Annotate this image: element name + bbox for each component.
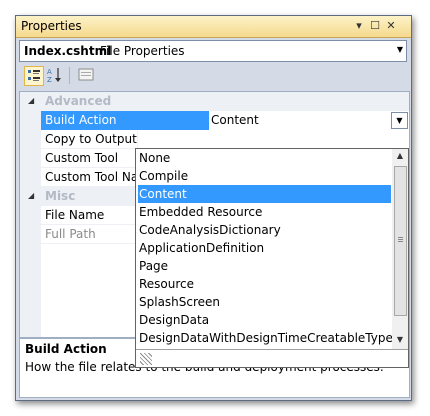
collapse-icon[interactable]: ◢ [28,191,34,200]
property-label: Custom Tool Namespace [45,170,138,184]
category-label: Advanced [45,94,112,108]
dropdown-option[interactable]: DesignDataWithDesignTimeCreatableTypes [138,329,399,347]
scroll-down-icon[interactable]: ▼ [395,335,405,347]
dropdown-option[interactable]: SplashScreen [138,293,391,311]
dropdown-option-selected[interactable]: Content [138,185,391,203]
chevron-down-icon: ▼ [396,116,403,125]
category-label: Misc [45,189,76,203]
categorized-icon [28,70,40,81]
property-value[interactable]: Content [211,113,259,127]
dropdown-button[interactable]: ▼ [391,112,408,129]
object-selector[interactable]: Index.cshtml File Properties ▼ [19,40,407,62]
dropdown-option[interactable]: Resource [138,275,391,293]
properties-toolbar: A Z [19,64,407,88]
category-advanced[interactable]: ◢ Advanced [20,92,409,111]
property-row-build-action[interactable]: Build Action Content ▼ [20,111,409,130]
property-pages-icon [78,68,94,81]
dropdown-option[interactable]: None [138,149,391,167]
scrollbar-thumb[interactable] [394,166,407,316]
property-label: Build Action [41,111,209,130]
property-pages-button[interactable] [77,66,95,84]
chevron-down-icon: ▼ [396,45,403,54]
property-label: Copy to Output Directory [45,132,138,146]
categorized-button[interactable] [24,66,44,86]
resize-grip-icon[interactable] [140,353,152,365]
collapse-icon[interactable]: ◢ [28,96,34,105]
window-menu-button[interactable]: ▾ [353,19,365,33]
scroll-up-icon[interactable]: ▲ [395,151,405,163]
dropdown-scrollbar[interactable]: ▲ ▼ [392,149,408,349]
grip-icon [398,237,403,238]
dropdown-option[interactable]: Page [138,257,391,275]
window-title: Properties [21,19,82,33]
dropdown-option[interactable]: CodeAnalysisDictionary [138,221,391,239]
dropdown-resize-bar[interactable] [136,349,408,367]
alphabetical-icon: A Z [47,68,61,84]
svg-text:A: A [47,68,52,76]
toolbar-separator [69,67,70,84]
object-type: File Properties [100,44,185,58]
svg-text:Z: Z [47,76,52,84]
property-label: File Name [45,208,105,222]
dropdown-option[interactable]: Embedded Resource [138,203,391,221]
close-button[interactable]: ✕ [385,19,397,33]
properties-window: Properties ▾ ☐ ✕ Index.cshtml File Prope… [15,15,412,401]
object-name: Index.cshtml [24,44,112,58]
property-label: Full Path [45,227,96,241]
maximize-button[interactable]: ☐ [369,19,381,33]
title-bar[interactable]: Properties ▾ ☐ ✕ [16,16,411,38]
dropdown-option[interactable]: Compile [138,167,391,185]
property-row-copy-to-output[interactable]: Copy to Output Directory [20,130,409,149]
help-title: Build Action [25,342,107,356]
property-label: Custom Tool [45,151,119,165]
alphabetical-button[interactable]: A Z [46,66,64,84]
dropdown-option[interactable]: DesignData [138,311,391,329]
dropdown-option[interactable]: ApplicationDefinition [138,239,391,257]
build-action-dropdown-list[interactable]: None Compile Content Embedded Resource C… [135,148,409,368]
